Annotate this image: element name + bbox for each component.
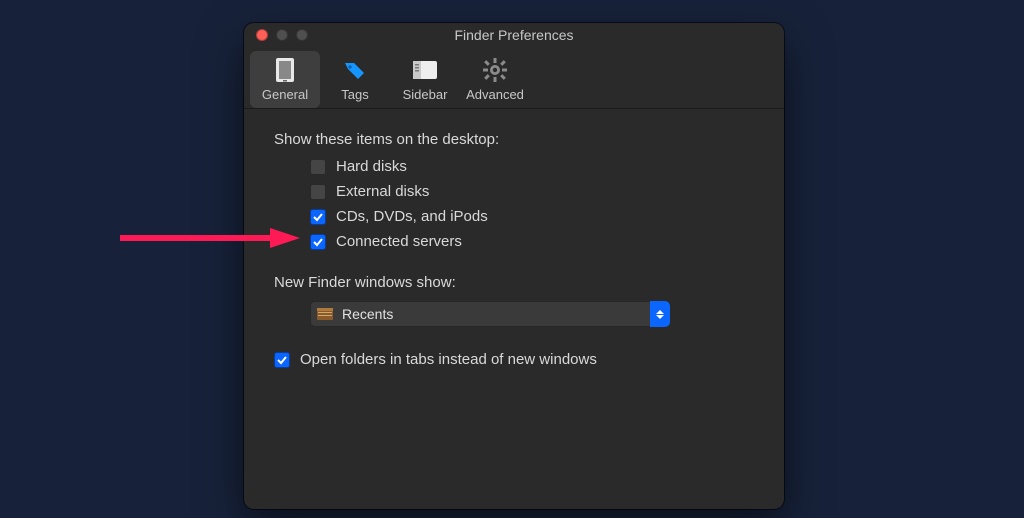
- check-label: Hard disks: [336, 158, 407, 175]
- sidebar-icon: [410, 55, 440, 85]
- new-finder-windows-select[interactable]: Recents: [310, 301, 670, 327]
- check-hard-disks[interactable]: Hard disks: [310, 158, 758, 175]
- check-label: Open folders in tabs instead of new wind…: [300, 351, 597, 368]
- tab-general[interactable]: General: [250, 51, 320, 108]
- check-open-in-tabs[interactable]: Open folders in tabs instead of new wind…: [274, 351, 758, 368]
- checkbox-icon: [310, 159, 326, 175]
- tab-advanced[interactable]: Advanced: [460, 51, 530, 108]
- window-controls: [244, 29, 308, 41]
- chevron-up-down-icon: [650, 301, 670, 327]
- check-cds-dvds-ipods[interactable]: CDs, DVDs, and iPods: [310, 208, 758, 225]
- desktop-items-group: Hard disks External disks CDs, DVDs, and…: [310, 158, 758, 250]
- titlebar: Finder Preferences: [244, 23, 784, 47]
- check-label: External disks: [336, 183, 429, 200]
- select-value: Recents: [342, 306, 650, 322]
- tab-label: Tags: [341, 87, 368, 102]
- check-label: CDs, DVDs, and iPods: [336, 208, 488, 225]
- maximize-button[interactable]: [296, 29, 308, 41]
- close-button[interactable]: [256, 29, 268, 41]
- tab-label: General: [262, 87, 308, 102]
- check-external-disks[interactable]: External disks: [310, 183, 758, 200]
- checkbox-icon: [274, 352, 290, 368]
- minimize-button[interactable]: [276, 29, 288, 41]
- preferences-toolbar: General Tags Sidebar Advanced: [244, 47, 784, 109]
- recents-icon: [314, 303, 336, 325]
- window-title: Finder Preferences: [244, 27, 784, 43]
- preferences-content: Show these items on the desktop: Hard di…: [244, 109, 784, 386]
- tab-label: Sidebar: [403, 87, 448, 102]
- checkbox-icon: [310, 184, 326, 200]
- general-icon: [270, 55, 300, 85]
- tab-tags[interactable]: Tags: [320, 51, 390, 108]
- checkbox-icon: [310, 234, 326, 250]
- tab-label: Advanced: [466, 87, 524, 102]
- check-label: Connected servers: [336, 233, 462, 250]
- checkbox-icon: [310, 209, 326, 225]
- gear-icon: [480, 55, 510, 85]
- new-finder-windows-label: New Finder windows show:: [274, 274, 758, 291]
- desktop-items-label: Show these items on the desktop:: [274, 131, 758, 148]
- check-connected-servers[interactable]: Connected servers: [310, 233, 758, 250]
- tab-sidebar[interactable]: Sidebar: [390, 51, 460, 108]
- tag-icon: [340, 55, 370, 85]
- finder-preferences-window: Finder Preferences General Tags Sidebar …: [244, 23, 784, 509]
